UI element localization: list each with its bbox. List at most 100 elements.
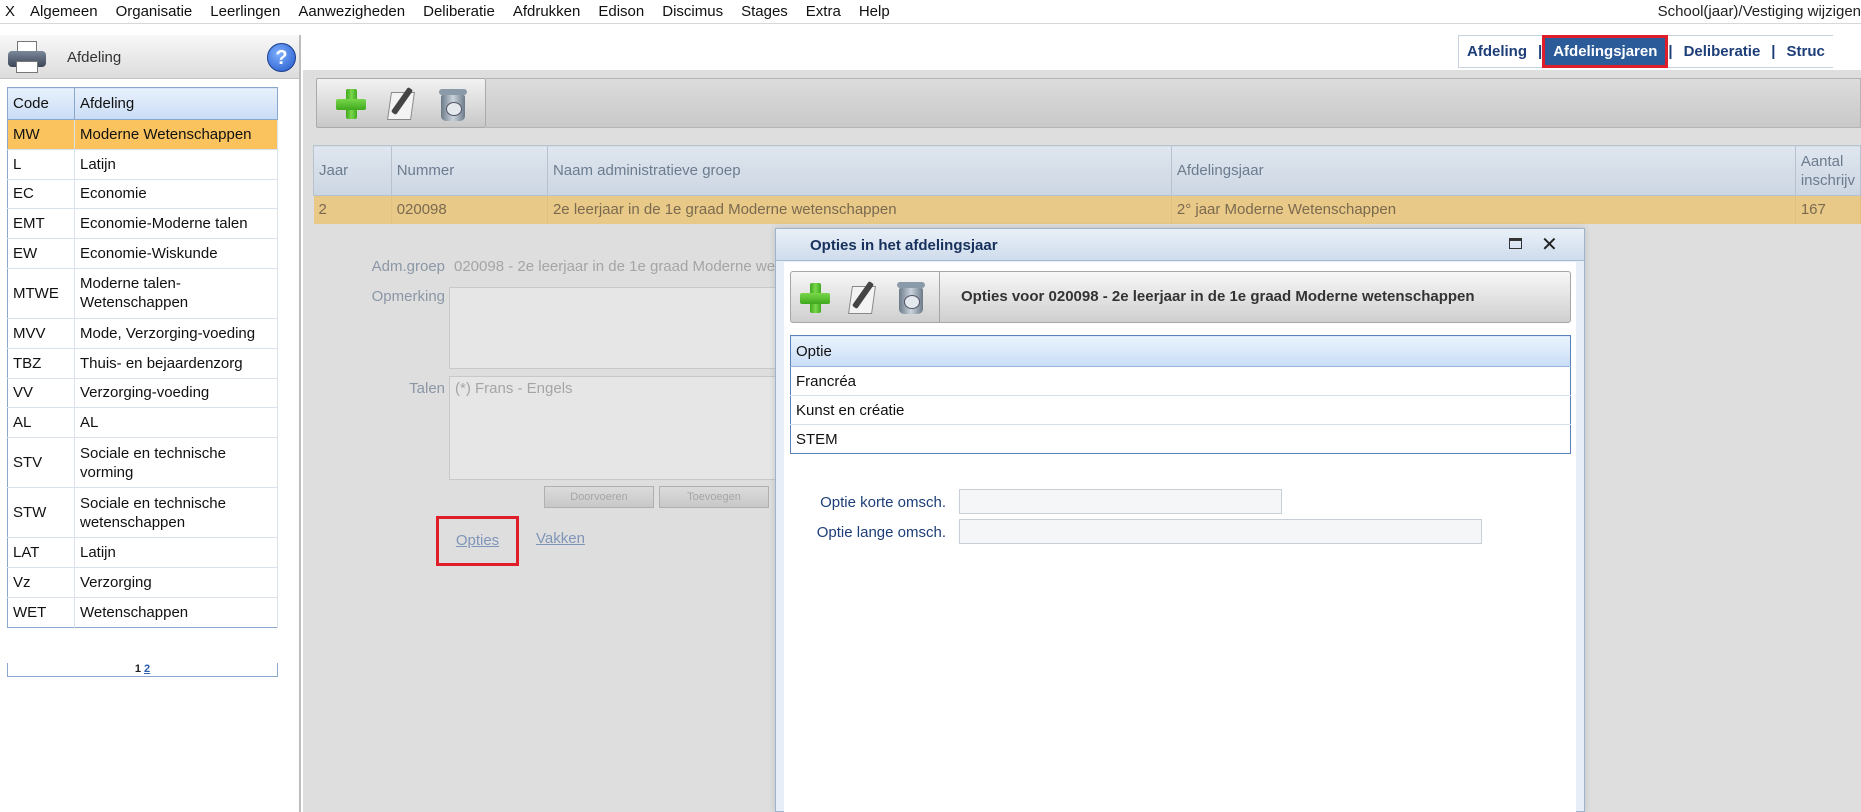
add-icon[interactable]: [798, 281, 832, 315]
menu-close[interactable]: X: [0, 0, 21, 24]
optie-lange-field[interactable]: [959, 519, 1482, 544]
row-name: Sociale en technische wetenschappen: [74, 487, 278, 538]
table-row[interactable]: STV Sociale en technische vorming: [7, 437, 278, 488]
row-name: Verzorging-voeding: [74, 377, 278, 408]
column-header-aantal[interactable]: Aantal inschrijv: [1794, 145, 1861, 196]
table-row[interactable]: MW Moderne Wetenschappen: [7, 119, 278, 150]
delete-icon[interactable]: [437, 87, 469, 121]
column-header-nummer[interactable]: Nummer: [390, 145, 548, 196]
row-code: STV: [7, 437, 75, 488]
doorvoeren-button[interactable]: Doorvoeren: [544, 486, 654, 508]
table-row[interactable]: Kunst en créatie: [790, 395, 1571, 425]
row-name: Economie: [74, 178, 278, 209]
table-row[interactable]: STEM: [790, 424, 1571, 454]
pager: 1 2: [7, 663, 278, 677]
column-header-afdeling[interactable]: Afdeling: [74, 87, 278, 120]
table-row[interactable]: VV Verzorging-voeding: [7, 377, 278, 408]
options-table: Optie Francréa Kunst en créatie STEM: [790, 335, 1571, 454]
delete-icon[interactable]: [895, 280, 927, 314]
tab-deliberatie[interactable]: Deliberatie: [1676, 43, 1769, 60]
table-row[interactable]: EMT Economie-Moderne talen: [7, 208, 278, 239]
table-row[interactable]: EC Economie: [7, 178, 278, 209]
edit-icon[interactable]: [848, 280, 878, 314]
close-icon[interactable]: ✕: [1541, 232, 1558, 256]
sidebar-title: Afdeling: [67, 49, 122, 66]
row-name: Latijn: [74, 148, 278, 180]
menu-organisatie[interactable]: Organisatie: [107, 0, 202, 24]
menu-edison[interactable]: Edison: [589, 0, 653, 24]
table-row[interactable]: Francréa: [790, 366, 1571, 396]
table-row[interactable]: WET Wetenschappen: [7, 596, 278, 628]
table-row[interactable]: 2 020098 2e leerjaar in de 1e graad Mode…: [313, 195, 1861, 224]
adm-groep-value: 020098 - 2e leerjaar in de 1e graad Mode…: [454, 258, 779, 275]
toevoegen-button[interactable]: Toevoegen: [659, 486, 769, 508]
column-header-jaar[interactable]: Jaar: [313, 145, 392, 196]
row-code: MW: [7, 119, 75, 150]
talen-field[interactable]: (*) Frans - Engels: [449, 376, 779, 480]
row-code: EMT: [7, 208, 75, 239]
sidebar: Afdeling ? Code Afdeling MW Moderne Weten…: [0, 35, 301, 812]
school-switch-link[interactable]: School(jaar)/Vestiging wijzigen: [1658, 0, 1861, 24]
tab-afdelingsjaren[interactable]: Afdelingsjaren: [1542, 35, 1669, 68]
maximize-icon[interactable]: [1509, 238, 1522, 249]
column-header-code[interactable]: Code: [7, 87, 75, 120]
menu-discimus[interactable]: Discimus: [653, 0, 732, 24]
dialog-toolbar-title: Opties voor 020098 - 2e leerjaar in de 1…: [961, 288, 1475, 305]
optie-korte-field[interactable]: [959, 489, 1282, 514]
option-name: STEM: [790, 424, 1571, 454]
talen-label: Talen: [409, 380, 445, 397]
row-code: LAT: [7, 537, 75, 568]
table-row[interactable]: EW Economie-Wiskunde: [7, 238, 278, 269]
menu-help[interactable]: Help: [850, 0, 899, 24]
row-code: L: [7, 148, 75, 180]
opmerking-field[interactable]: [449, 287, 779, 369]
row-code: EW: [7, 238, 75, 269]
vakken-link[interactable]: Vakken: [536, 530, 585, 547]
row-code: AL: [7, 407, 75, 438]
cell-jaar: 2: [313, 195, 392, 224]
table-row[interactable]: MVV Mode, Verzorging-voeding: [7, 317, 278, 349]
optie-korte-label: Optie korte omsch.: [820, 494, 946, 511]
optie-lange-label: Optie lange omsch.: [816, 524, 946, 541]
row-name: Economie-Wiskunde: [74, 238, 278, 269]
help-icon[interactable]: ?: [267, 43, 296, 72]
options-dialog: Opties in het afdelingsjaar ✕ Opties voo…: [775, 228, 1585, 812]
menu-leerlingen[interactable]: Leerlingen: [201, 0, 289, 24]
dialog-titlebar[interactable]: Opties in het afdelingsjaar ✕: [776, 229, 1584, 261]
table-row[interactable]: LAT Latijn: [7, 537, 278, 568]
menu-afdrukken[interactable]: Afdrukken: [504, 0, 590, 24]
option-name: Kunst en créatie: [790, 395, 1571, 425]
table-row[interactable]: AL AL: [7, 407, 278, 438]
table-row[interactable]: MTWE Moderne talen-Wetenschappen: [7, 267, 278, 319]
cell-afdelingsjaar: 2° jaar Moderne Wetenschappen: [1171, 195, 1796, 224]
column-header-optie[interactable]: Optie: [790, 335, 1571, 367]
row-name: Economie-Moderne talen: [74, 208, 278, 239]
table-row[interactable]: L Latijn: [7, 148, 278, 180]
printer-icon[interactable]: [8, 41, 46, 73]
tab-separator: |: [1538, 43, 1543, 60]
column-header-afdelingsjaar[interactable]: Afdelingsjaar: [1170, 145, 1796, 196]
department-table: Code Afdeling MW Moderne Wetenschappen LL…: [7, 87, 278, 628]
tab-structuur[interactable]: Struc: [1779, 43, 1833, 60]
edit-icon[interactable]: [387, 86, 417, 120]
row-code: EC: [7, 178, 75, 209]
column-header-naam[interactable]: Naam administratieve groep: [546, 145, 1172, 196]
menubar: X Algemeen Organisatie Leerlingen Aanwez…: [0, 0, 1861, 24]
add-icon[interactable]: [334, 87, 368, 121]
menu-stages[interactable]: Stages: [732, 0, 797, 24]
menu-deliberatie[interactable]: Deliberatie: [414, 0, 504, 24]
menu-extra[interactable]: Extra: [797, 0, 850, 24]
tab-afdeling[interactable]: Afdeling: [1459, 43, 1535, 60]
table-row[interactable]: TBZ Thuis- en bejaardenzorg: [7, 347, 278, 379]
opties-link[interactable]: Opties: [436, 516, 519, 566]
cell-naam: 2e leerjaar in de 1e graad Moderne weten…: [547, 195, 1172, 224]
row-code: Vz: [7, 566, 75, 598]
table-row[interactable]: Vz Verzorging: [7, 566, 278, 598]
menu-algemeen[interactable]: Algemeen: [21, 0, 107, 24]
main-toolbar: [316, 78, 486, 128]
table-row[interactable]: STW Sociale en technische wetenschappen: [7, 487, 278, 538]
cell-aantal: 167: [1795, 195, 1861, 224]
menu-aanwezigheden[interactable]: Aanwezigheden: [289, 0, 414, 24]
page-link-2[interactable]: 2: [144, 663, 150, 675]
toolbar-divider: [939, 272, 940, 322]
